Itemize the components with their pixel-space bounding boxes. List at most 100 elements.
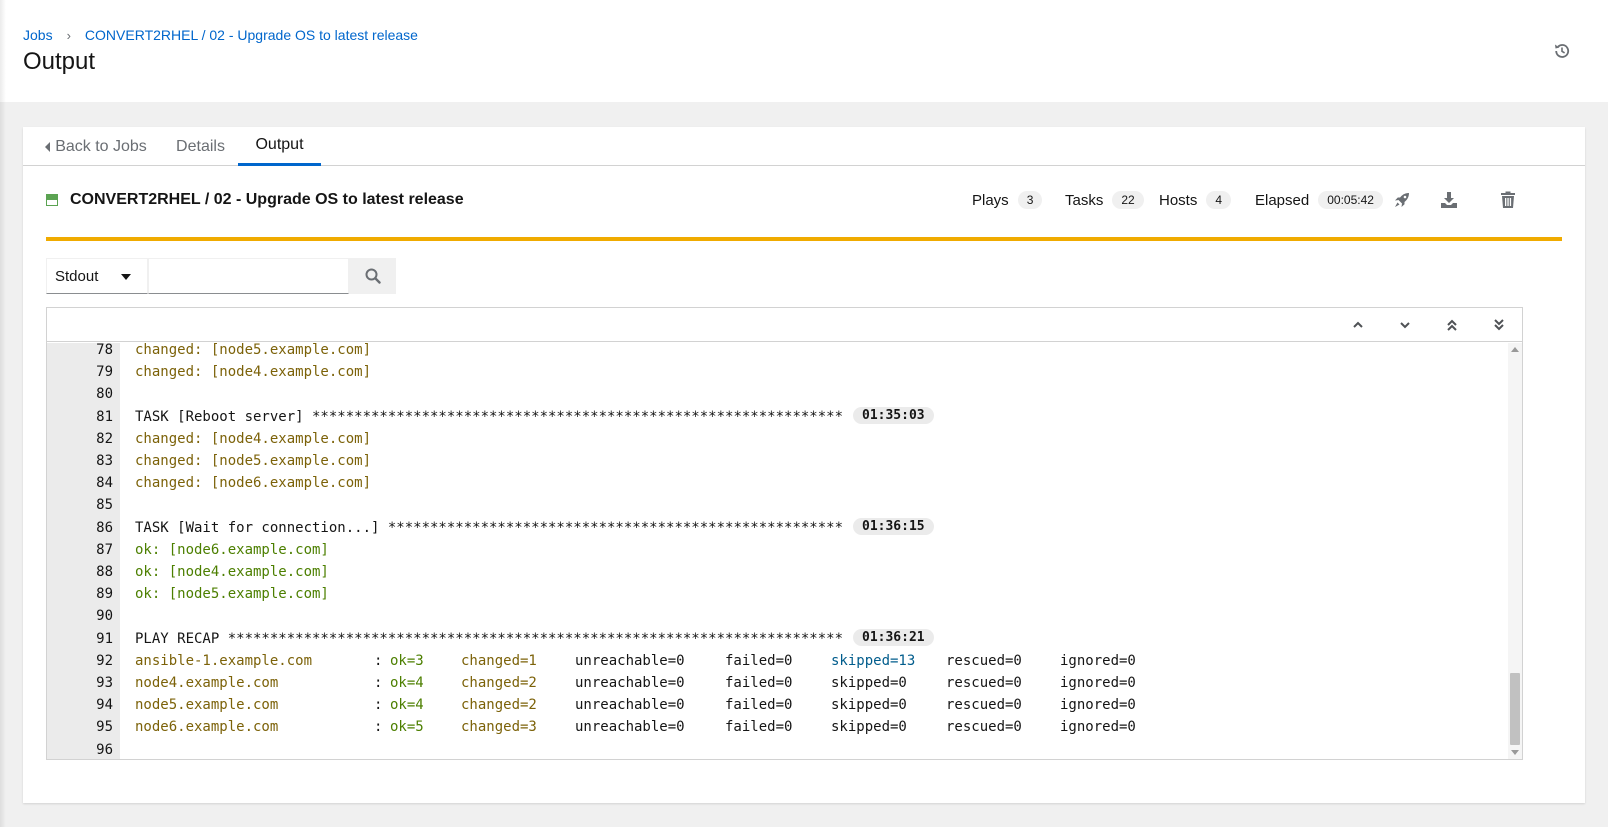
breadcrumb-jobs-link[interactable]: Jobs xyxy=(23,27,53,43)
recap-changed: changed=3 xyxy=(461,719,537,736)
history-button[interactable] xyxy=(1551,40,1573,62)
page-header: Jobs › CONVERT2RHEL / 02 - Upgrade OS to… xyxy=(0,0,1608,102)
log-line: 89 ok: [node5.example.com] xyxy=(47,583,1507,605)
relaunch-button[interactable] xyxy=(1387,185,1417,215)
recap-ignored: ignored=0 xyxy=(1060,719,1136,736)
scroll-last-button[interactable] xyxy=(1486,312,1512,338)
scroll-first-button[interactable] xyxy=(1439,312,1465,338)
search-button[interactable] xyxy=(349,258,396,294)
line-number: 95 xyxy=(96,719,113,736)
tasks-label: Tasks xyxy=(1065,191,1104,209)
log-line: 88 ok: [node4.example.com] xyxy=(47,561,1507,583)
recap-host: node6.example.com xyxy=(135,719,279,736)
line-number: 86 xyxy=(96,519,113,536)
recap-separator: : xyxy=(374,697,383,714)
line-number: 84 xyxy=(96,475,113,492)
log-line: 91 PLAY RECAP ***************************… xyxy=(47,628,1507,650)
tab-details[interactable]: Details xyxy=(163,127,238,166)
recap-failed: failed=0 xyxy=(725,675,793,691)
line-number: 94 xyxy=(96,697,113,714)
output-nav-bar xyxy=(47,308,1522,342)
scroll-previous-button[interactable] xyxy=(1345,312,1371,338)
tab-back-label: Back to Jobs xyxy=(55,137,147,155)
recap-failed: failed=0 xyxy=(725,719,793,736)
recap-skipped: skipped=13 xyxy=(831,652,916,669)
recap-ok: ok=4 xyxy=(390,675,424,691)
delete-button[interactable] xyxy=(1493,185,1523,215)
recap-host: ansible-1.example.com xyxy=(135,652,313,669)
output-scrollbar[interactable] xyxy=(1508,343,1522,759)
recap-skipped: skipped=0 xyxy=(831,675,907,691)
log-viewport: 78 changed: [node5.example.com] 79 changed:… xyxy=(47,343,1522,759)
tasks-count: 22 xyxy=(1112,191,1144,209)
line-number: 80 xyxy=(96,386,113,403)
line-number: 78 xyxy=(96,343,113,358)
angle-up-icon xyxy=(1353,321,1363,328)
recap-unreachable: unreachable=0 xyxy=(575,675,685,691)
download-button[interactable] xyxy=(1434,185,1464,215)
tab-back-to-jobs[interactable]: Back to Jobs xyxy=(43,127,149,166)
recap-rescued: rescued=0 xyxy=(946,675,1022,691)
left-shadow xyxy=(0,0,6,827)
plays-count: 3 xyxy=(1017,191,1043,209)
angle-down-icon xyxy=(1400,322,1410,329)
caret-left-icon xyxy=(45,141,51,152)
recap-changed: changed=2 xyxy=(461,697,537,714)
history-icon xyxy=(1555,44,1570,58)
log-text: ok: [node6.example.com] xyxy=(135,541,329,558)
recap-failed: failed=0 xyxy=(725,652,793,669)
log-line: 90 xyxy=(47,605,1507,627)
download-icon xyxy=(1441,192,1457,208)
tab-details-label: Details xyxy=(176,137,225,155)
angle-double-down-icon xyxy=(1494,319,1504,331)
search-input[interactable] xyxy=(148,258,349,294)
job-header: CONVERT2RHEL / 02 - Upgrade OS to latest… xyxy=(46,185,1562,217)
recap-host: node4.example.com xyxy=(135,675,279,691)
search-icon xyxy=(365,268,381,284)
elapsed-stat: Elapsed 00:05:42 xyxy=(1255,191,1383,209)
scrollbar-thumb[interactable] xyxy=(1510,673,1520,745)
recap-separator: : xyxy=(374,675,383,691)
log-line: 79 changed: [node4.example.com] xyxy=(47,361,1507,383)
recap-unreachable: unreachable=0 xyxy=(575,719,685,736)
line-number: 87 xyxy=(96,541,113,558)
tab-bar: Back to Jobs Details Output xyxy=(23,127,1585,166)
line-number: 85 xyxy=(96,497,113,514)
recap-skipped: skipped=0 xyxy=(831,719,907,736)
tab-output-label: Output xyxy=(255,136,304,153)
tab-output[interactable]: Output xyxy=(238,127,321,166)
recap-ignored: ignored=0 xyxy=(1060,675,1136,691)
recap-ok: ok=3 xyxy=(390,652,424,669)
running-status-icon xyxy=(46,194,58,206)
log-line: 81 TASK [Reboot server] *****************… xyxy=(47,406,1507,428)
breadcrumb-job-link[interactable]: CONVERT2RHEL / 02 - Upgrade OS to latest… xyxy=(85,27,418,43)
recap-ignored: ignored=0 xyxy=(1060,652,1136,669)
recap-changed: changed=2 xyxy=(461,675,537,691)
log-text: changed: [node4.example.com] xyxy=(135,364,372,381)
breadcrumb: Jobs › CONVERT2RHEL / 02 - Upgrade OS to… xyxy=(23,27,418,43)
stream-select-value: Stdout xyxy=(55,267,99,285)
log-text: changed: [node5.example.com] xyxy=(135,343,372,358)
rocket-icon xyxy=(1395,193,1409,207)
line-number: 88 xyxy=(96,564,113,580)
scroll-down-arrow-icon xyxy=(1511,750,1519,755)
stream-select[interactable]: Stdout xyxy=(46,258,148,294)
recap-unreachable: unreachable=0 xyxy=(575,652,685,669)
scroll-next-button[interactable] xyxy=(1392,312,1418,338)
recap-rescued: rescued=0 xyxy=(946,697,1022,714)
log-text: TASK [Wait for connection...] **********… xyxy=(135,519,844,536)
recap-row: 95 node6.example.com: ok=5 changed=3 unreach… xyxy=(47,716,1507,738)
job-title: CONVERT2RHEL / 02 - Upgrade OS to latest… xyxy=(70,191,464,208)
line-number: 90 xyxy=(96,608,113,625)
line-number: 79 xyxy=(96,364,113,381)
recap-failed: failed=0 xyxy=(725,697,793,714)
log-line: 85 xyxy=(47,494,1507,516)
recap-rescued: rescued=0 xyxy=(946,652,1022,669)
caret-down-icon xyxy=(121,274,131,280)
scroll-up-arrow-icon xyxy=(1511,347,1519,352)
hosts-label: Hosts xyxy=(1159,191,1198,209)
recap-row: 94 node5.example.com: ok=4 changed=2 unreach… xyxy=(47,694,1507,716)
log-line: 82 changed: [node4.example.com] xyxy=(47,428,1507,450)
recap-unreachable: unreachable=0 xyxy=(575,697,685,714)
elapsed-label: Elapsed xyxy=(1255,191,1310,209)
